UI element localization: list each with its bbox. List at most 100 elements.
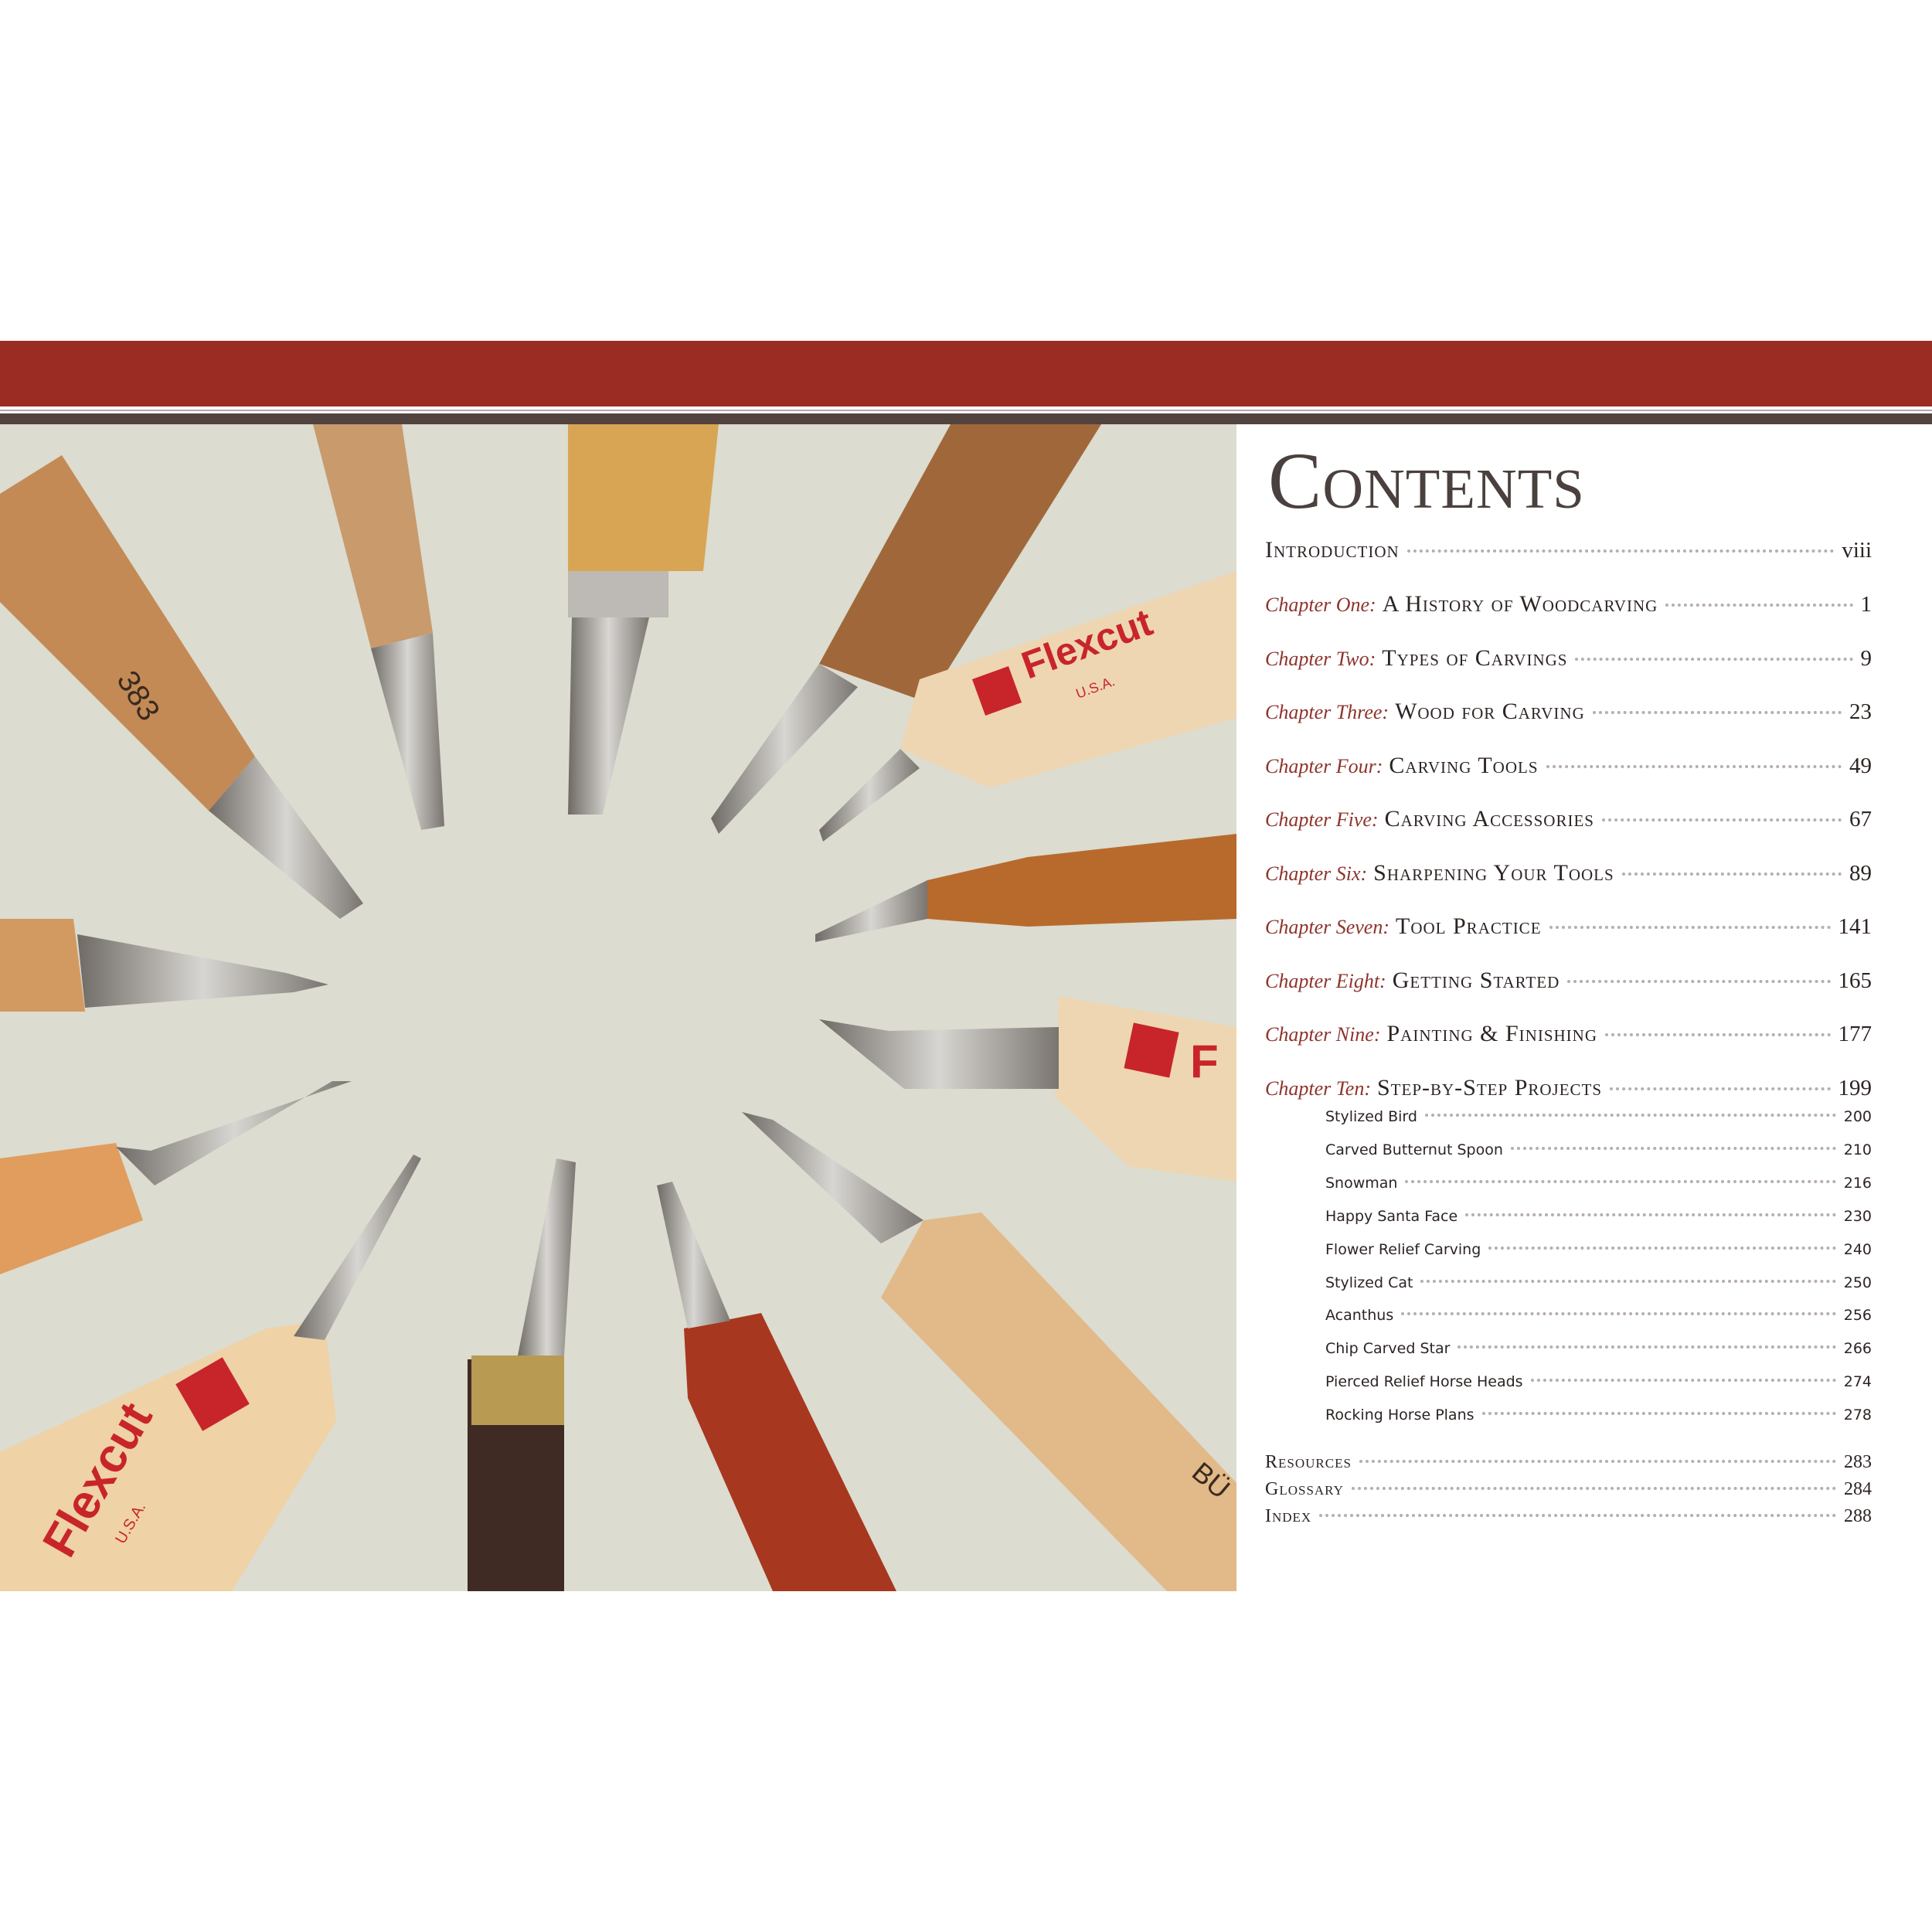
- backmatter-title: Index: [1265, 1506, 1312, 1526]
- toc-chapter-3[interactable]: Chapter Three: Wood for Carving 23: [1265, 699, 1872, 730]
- brand-text-right: F: [1190, 1036, 1219, 1087]
- chapter-label: Chapter Six:: [1265, 862, 1368, 885]
- toc-glossary[interactable]: Glossary 284: [1265, 1479, 1872, 1510]
- toc-chapter-5[interactable]: Chapter Five: Carving Accessories 67: [1265, 806, 1872, 837]
- toc-entry-introduction[interactable]: Introduction viii: [1265, 537, 1872, 568]
- project-page: 274: [1843, 1373, 1872, 1390]
- dot-leader: [1567, 978, 1831, 983]
- project-page: 250: [1843, 1274, 1872, 1291]
- project-page: 266: [1843, 1340, 1872, 1357]
- project-title: Chip Carved Star: [1325, 1340, 1451, 1357]
- toc-chapter-7[interactable]: Chapter Seven: Tool Practice 141: [1265, 913, 1872, 944]
- backmatter-page: 288: [1844, 1506, 1872, 1526]
- project-title: Happy Santa Face: [1325, 1208, 1458, 1225]
- chapter-page: 49: [1849, 753, 1872, 778]
- project-title: Carved Butternut Spoon: [1325, 1141, 1503, 1158]
- toc-project-7[interactable]: Acanthus 256: [1325, 1307, 1872, 1338]
- toc-project-3[interactable]: Snowman 216: [1325, 1175, 1872, 1206]
- toc-project-10[interactable]: Rocking Horse Plans 278: [1325, 1406, 1872, 1437]
- dot-leader: [1549, 924, 1831, 929]
- toc-chapter-8[interactable]: Chapter Eight: Getting Started 165: [1265, 968, 1872, 998]
- chapter-label: Chapter Three:: [1265, 701, 1389, 723]
- chapter-page: 67: [1849, 807, 1872, 832]
- chapter-title: Sharpening Your Tools: [1373, 860, 1614, 886]
- project-page: 216: [1843, 1175, 1872, 1192]
- chapter-label: Chapter Four:: [1265, 755, 1383, 777]
- toc-entry-page: viii: [1842, 538, 1872, 563]
- project-title: Flower Relief Carving: [1325, 1241, 1481, 1258]
- chapter-label: Chapter Nine:: [1265, 1023, 1381, 1046]
- dot-leader: [1319, 1512, 1836, 1517]
- toc-index[interactable]: Index 288: [1265, 1506, 1872, 1537]
- chapter-page: 89: [1849, 861, 1872, 886]
- project-page: 200: [1843, 1108, 1872, 1125]
- dot-leader: [1601, 817, 1842, 821]
- project-title: Rocking Horse Plans: [1325, 1406, 1475, 1423]
- dot-leader: [1488, 1245, 1836, 1250]
- dot-leader: [1458, 1344, 1836, 1349]
- toc-project-6[interactable]: Stylized Cat 250: [1325, 1274, 1872, 1305]
- toc-project-4[interactable]: Happy Santa Face 230: [1325, 1208, 1872, 1239]
- knife-6: [815, 834, 1236, 942]
- toc-chapter-6[interactable]: Chapter Six: Sharpening Your Tools 89: [1265, 860, 1872, 891]
- chapter-title: Getting Started: [1392, 968, 1560, 993]
- dot-leader: [1621, 871, 1842, 876]
- backmatter-page: 283: [1844, 1452, 1872, 1472]
- toc-chapter-2[interactable]: Chapter Two: Types of Carvings 9: [1265, 645, 1872, 676]
- dot-leader: [1465, 1212, 1836, 1216]
- toc-entry-title: Introduction: [1265, 537, 1400, 563]
- project-title: Acanthus: [1325, 1307, 1394, 1324]
- chapter-title: Tool Practice: [1396, 913, 1542, 939]
- knife-7: F: [819, 996, 1236, 1182]
- chapter-title: Step-by-Step Projects: [1377, 1075, 1603, 1100]
- chapter-page: 141: [1838, 914, 1872, 939]
- chapter-page: 199: [1838, 1076, 1872, 1100]
- chapter-page: 165: [1838, 968, 1872, 993]
- chapter-title: A History of Woodcarving: [1382, 591, 1658, 617]
- knife-3: [568, 424, 719, 815]
- toc-chapter-1[interactable]: Chapter One: A History of Woodcarving 1: [1265, 591, 1872, 622]
- chapter-label: Chapter Eight:: [1265, 970, 1386, 992]
- project-title: Snowman: [1325, 1175, 1398, 1192]
- dot-leader: [1546, 764, 1842, 768]
- header-divider: [0, 410, 1932, 411]
- project-title: Stylized Bird: [1325, 1108, 1417, 1125]
- chapter-label: Chapter Seven:: [1265, 916, 1390, 938]
- toc-project-2[interactable]: Carved Butternut Spoon 210: [1325, 1141, 1872, 1172]
- knife-12: [0, 1081, 352, 1274]
- toc-project-9[interactable]: Pierced Relief Horse Heads 274: [1325, 1373, 1872, 1404]
- chapter-title: Types of Carvings: [1382, 645, 1568, 671]
- project-title: Pierced Relief Horse Heads: [1325, 1373, 1523, 1390]
- chapter-title: Carving Tools: [1389, 753, 1539, 778]
- chapter-page: 177: [1838, 1022, 1872, 1046]
- chapter-label: Chapter One:: [1265, 594, 1376, 616]
- carving-knives-photo: 383 Flexcut U.S.A. F BÜ Flexcut U.S.A.: [0, 424, 1236, 1591]
- dot-leader: [1530, 1377, 1836, 1382]
- chapter-page: 9: [1860, 646, 1872, 671]
- backmatter-page: 284: [1844, 1479, 1872, 1499]
- project-page: 210: [1843, 1141, 1872, 1158]
- toc-project-8[interactable]: Chip Carved Star 266: [1325, 1340, 1872, 1371]
- dot-leader: [1424, 1112, 1836, 1117]
- toc-chapter-9[interactable]: Chapter Nine: Painting & Finishing 177: [1265, 1021, 1872, 1052]
- knives-illustration: 383 Flexcut U.S.A. F BÜ Flexcut U.S.A.: [0, 424, 1236, 1591]
- dot-leader: [1481, 1410, 1836, 1415]
- chapter-page: 23: [1849, 699, 1872, 724]
- toc-chapter-4[interactable]: Chapter Four: Carving Tools 49: [1265, 753, 1872, 784]
- chapter-title: Wood for Carving: [1395, 699, 1585, 724]
- toc-chapter-10[interactable]: Chapter Ten: Step-by-Step Projects 199: [1265, 1075, 1872, 1106]
- toc-resources[interactable]: Resources 283: [1265, 1452, 1872, 1483]
- dot-leader: [1575, 656, 1853, 661]
- dot-leader: [1359, 1458, 1836, 1463]
- knife-10: [468, 1158, 576, 1591]
- brand-logo-right-icon: [1124, 1022, 1179, 1078]
- project-page: 230: [1843, 1208, 1872, 1225]
- chapter-title: Carving Accessories: [1384, 806, 1594, 832]
- dot-leader: [1401, 1311, 1836, 1315]
- project-title: Stylized Cat: [1325, 1274, 1413, 1291]
- toc-project-1[interactable]: Stylized Bird 200: [1325, 1108, 1872, 1139]
- knife-13: [0, 919, 328, 1012]
- toc-project-5[interactable]: Flower Relief Carving 240: [1325, 1241, 1872, 1272]
- chapter-label: Chapter Five:: [1265, 808, 1379, 831]
- knife-1: 383: [0, 455, 363, 919]
